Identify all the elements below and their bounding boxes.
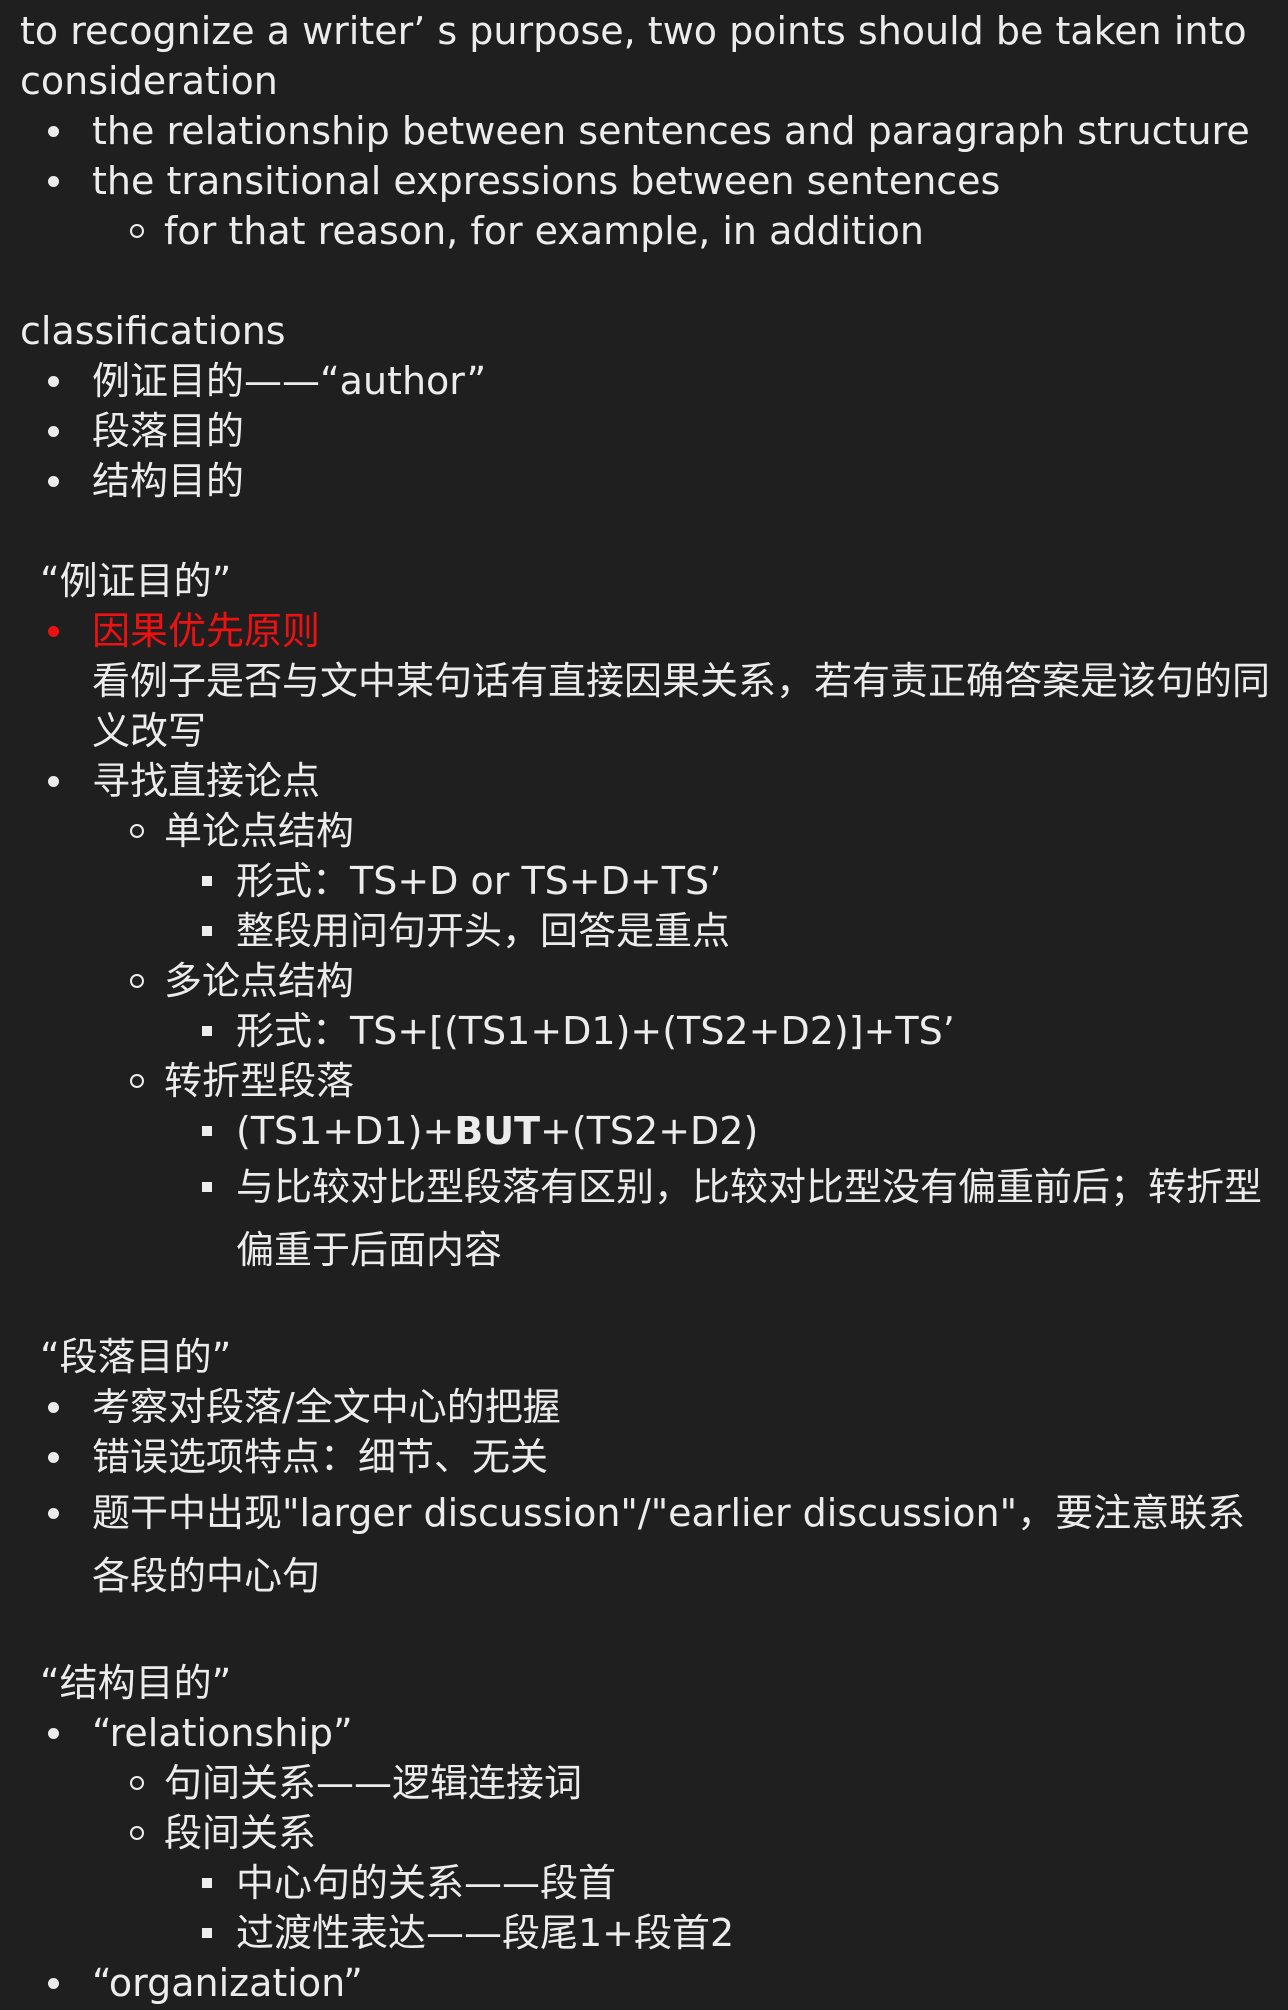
list-item-text: 多论点结构 [164, 959, 355, 1003]
example-purpose-list: 因果优先原则 看例子是否与文中某句话有直接因果关系，若有责正确答案是该句的同义改… [20, 606, 1288, 1282]
bullet-dot-icon [48, 426, 59, 437]
list-item: “organization” [20, 1958, 1288, 2008]
paragraph-purpose-title: “段落目的” [40, 1335, 232, 1379]
list-item-text: “organization” [92, 1961, 363, 2005]
formula-text: (TS1+D1)+BUT+(TS2+D2) [236, 1106, 1288, 1156]
list-item: 错误选项特点：细节、无关 [20, 1432, 1288, 1482]
bullet-dot-icon [48, 776, 59, 787]
bullet-square-icon [202, 1928, 212, 1938]
list-item-text: the transitional expressions between sen… [92, 159, 1001, 203]
list-item-text: 与比较对比型段落有区别，比较对比型没有偏重前后；转折型偏重于后面内容 [236, 1165, 1263, 1272]
structure-purpose-title: “结构目的” [40, 1661, 232, 1705]
intro-points: the relationship between sentences and p… [20, 106, 1288, 256]
intro-line-1: to recognize a writer’ s purpose, two po… [20, 9, 1247, 53]
list-item-text: the relationship between sentences and p… [92, 109, 1250, 153]
list-item-text: 结构目的 [92, 459, 245, 503]
bullet-dot-icon [48, 126, 59, 137]
list-item: 形式：TS+[(TS1+D1)+(TS2+D2)]+TS’ [20, 1006, 1288, 1056]
list-item-text: 错误选项特点：细节、无关 [92, 1435, 549, 1479]
bullet-dot-icon [48, 176, 59, 187]
list-item: 整段用问句开头，回答是重点 [20, 906, 1288, 956]
list-item: 多论点结构 [20, 956, 1288, 1006]
list-item-text: “relationship” [92, 1711, 353, 1755]
list-item: 结构目的 [20, 456, 1288, 506]
list-item-text: 转折型段落 [164, 1059, 355, 1103]
classifications-title: classifications [20, 309, 286, 353]
bullet-circle-icon [130, 1074, 144, 1088]
list-item-text: 例证目的——“author” [92, 359, 487, 403]
list-item-text: 寻找直接论点 [92, 759, 321, 803]
list-item: 形式：TS+D or TS+D+TS’ [20, 856, 1288, 906]
list-item: the transitional expressions between sen… [20, 156, 1288, 206]
structure-purpose-list: “relationship” 句间关系——逻辑连接词 段间关系 中心句的关系——… [20, 1708, 1288, 2008]
list-item: (TS1+D1)+BUT+(TS2+D2) [20, 1106, 1288, 1156]
list-item: 转折型段落 [20, 1056, 1288, 1106]
bullet-dot-icon [48, 1978, 59, 1989]
bullet-square-icon [202, 1026, 212, 1036]
bullet-dot-icon [48, 476, 59, 487]
classifications-list: 例证目的——“author” 段落目的 结构目的 [20, 356, 1288, 506]
list-item-text: 段间关系 [164, 1811, 317, 1855]
list-item: the relationship between sentences and p… [20, 106, 1288, 156]
bullet-square-icon [202, 1878, 212, 1888]
formula-part: (TS1+D1)+ [236, 1109, 455, 1153]
list-item: 寻找直接论点 [20, 756, 1288, 806]
list-item: 例证目的——“author” [20, 356, 1288, 406]
list-item: 与比较对比型段落有区别，比较对比型没有偏重前后；转折型偏重于后面内容 [20, 1156, 1288, 1282]
formula-bold-part: BUT [454, 1109, 541, 1153]
list-item: for that reason, for example, in additio… [20, 206, 1288, 256]
bullet-circle-icon [130, 1776, 144, 1790]
list-item-highlight: 因果优先原则 看例子是否与文中某句话有直接因果关系，若有责正确答案是该句的同义改… [20, 606, 1288, 756]
list-item-text: 题干中出现"larger discussion"/"earlier discus… [92, 1491, 1246, 1598]
list-item-text: 句间关系——逻辑连接词 [164, 1761, 583, 1805]
bullet-dot-icon [48, 1508, 59, 1519]
formula-part: +(TS2+D2) [540, 1109, 759, 1153]
intro-line-2: consideration [20, 59, 278, 103]
list-item: 考察对段落/全文中心的把握 [20, 1382, 1288, 1432]
bullet-square-icon [202, 1126, 212, 1136]
list-item-text: 整段用问句开头，回答是重点 [236, 909, 731, 953]
list-item: 中心句的关系——段首 [20, 1858, 1288, 1908]
list-item-text: for that reason, for example, in additio… [164, 209, 924, 253]
list-item-text: 形式：TS+[(TS1+D1)+(TS2+D2)]+TS’ [236, 1009, 955, 1053]
list-item-text: 形式：TS+D or TS+D+TS’ [236, 859, 722, 903]
bullet-square-icon [202, 876, 212, 886]
list-item: 过渡性表达——段尾1+段首2 [20, 1908, 1288, 1958]
bullet-circle-icon [130, 824, 144, 838]
bullet-dot-icon [48, 626, 59, 637]
bullet-circle-icon [130, 1826, 144, 1840]
bullet-dot-icon [48, 1452, 59, 1463]
bullet-square-icon [202, 926, 212, 936]
rule-text: 看例子是否与文中某句话有直接因果关系，若有责正确答案是该句的同义改写 [92, 659, 1271, 753]
bullet-square-icon [202, 1182, 212, 1192]
list-item: “relationship” [20, 1708, 1288, 1758]
list-item-text: 段落目的 [92, 409, 245, 453]
notes-page: to recognize a writer’ s purpose, two po… [0, 0, 1288, 2010]
bullet-circle-icon [130, 224, 144, 238]
list-item: 段间关系 [20, 1808, 1288, 1858]
list-item: 单论点结构 [20, 806, 1288, 856]
bullet-dot-icon [48, 376, 59, 387]
list-item: 句间关系——逻辑连接词 [20, 1758, 1288, 1808]
list-item-text: 单论点结构 [164, 809, 355, 853]
bullet-dot-icon [48, 1728, 59, 1739]
list-item-text: 中心句的关系——段首 [236, 1861, 617, 1905]
list-item: 段落目的 [20, 406, 1288, 456]
list-item: 题干中出现"larger discussion"/"earlier discus… [20, 1482, 1288, 1608]
rule-title: 因果优先原则 [92, 609, 321, 653]
list-item-text: 考察对段落/全文中心的把握 [92, 1385, 561, 1429]
bullet-dot-icon [48, 1402, 59, 1413]
list-item-text: 过渡性表达——段尾1+段首2 [236, 1911, 735, 1955]
bullet-circle-icon [130, 974, 144, 988]
paragraph-purpose-list: 考察对段落/全文中心的把握 错误选项特点：细节、无关 题干中出现"larger … [20, 1382, 1288, 1608]
example-purpose-title: “例证目的” [40, 559, 232, 603]
